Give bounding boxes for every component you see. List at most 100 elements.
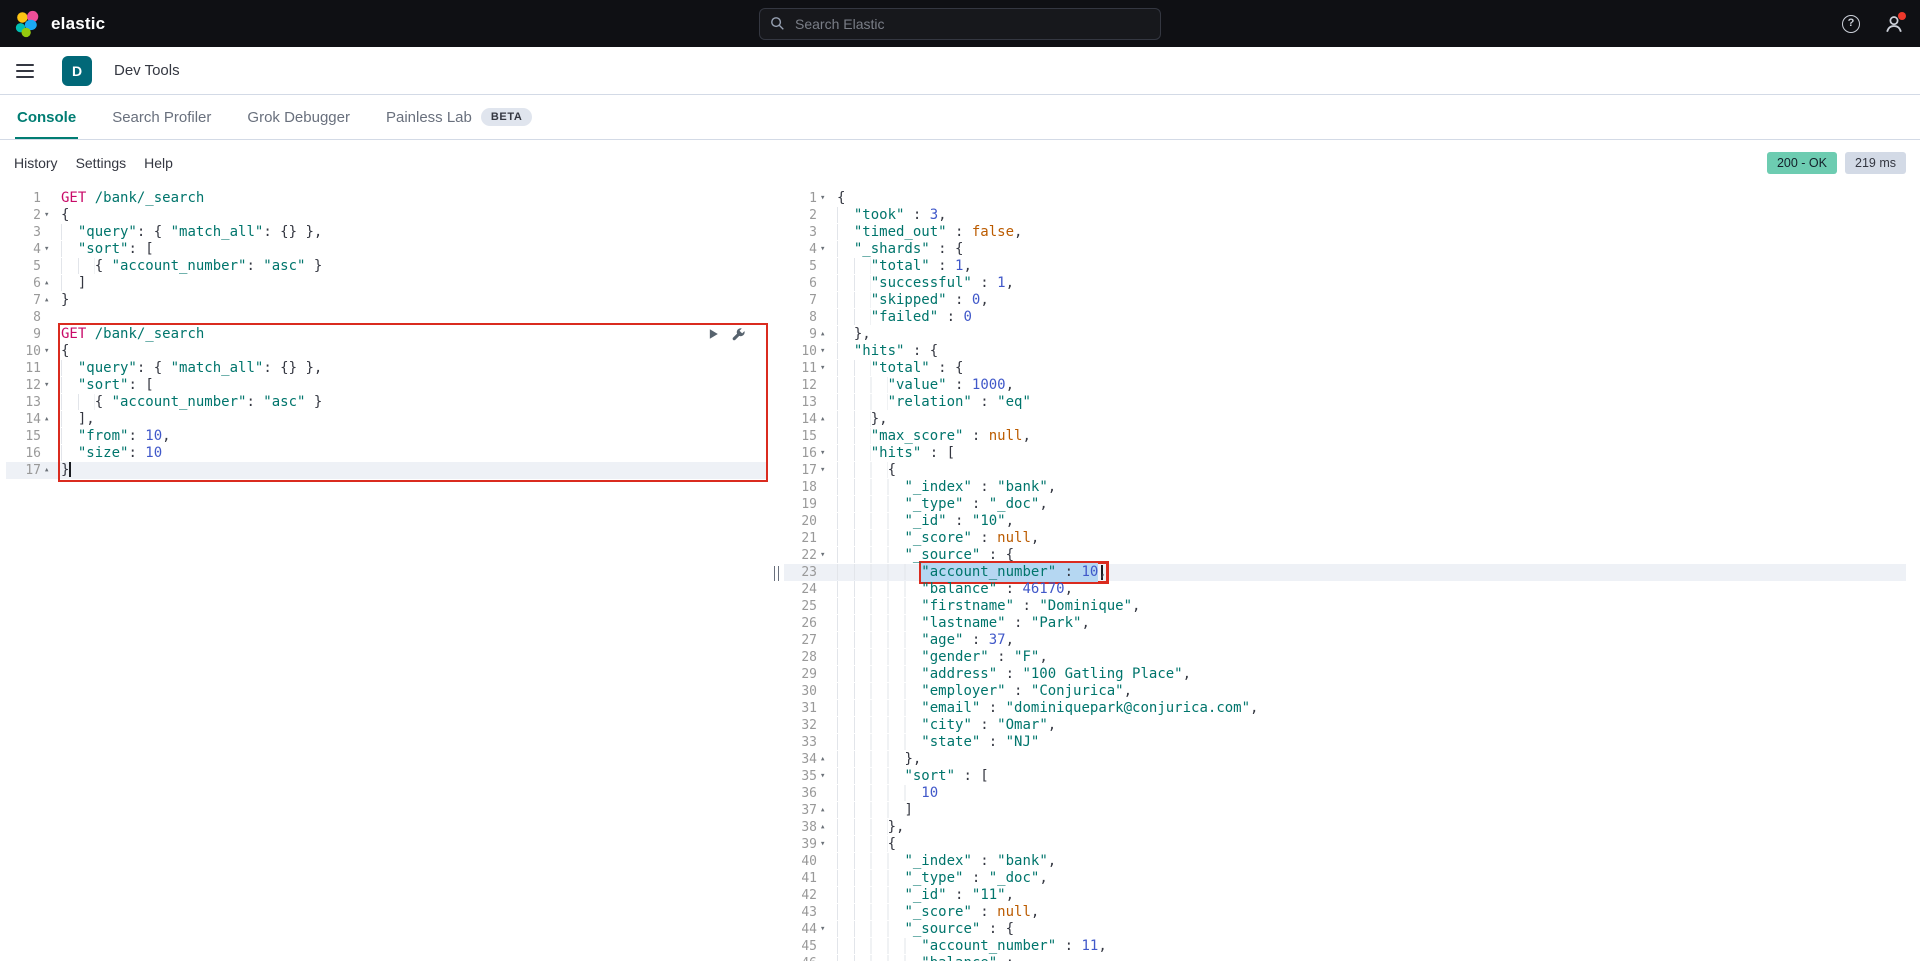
code-line[interactable]: 3 "query": { "match_all": {} },	[6, 224, 768, 241]
tab-painless-lab[interactable]: Painless Lab BETA	[384, 95, 534, 139]
code-line[interactable]: 12▾ "sort": [	[6, 377, 768, 394]
fold-toggle-icon[interactable]: ▾	[820, 360, 834, 377]
space-avatar[interactable]: D	[62, 56, 92, 86]
request-editor[interactable]: 1GET /bank/_search2▾{3 "query": { "match…	[6, 186, 768, 961]
fold-toggle-icon[interactable]: ▴	[820, 326, 834, 343]
code-line[interactable]: 6▴ ]	[6, 275, 768, 292]
fold-toggle-icon[interactable]: ▴	[44, 275, 58, 292]
code-line[interactable]: 24 "balance" : 46170,	[784, 581, 1906, 598]
code-line[interactable]: 28 "gender" : "F",	[784, 649, 1906, 666]
code-line[interactable]: 38▴ },	[784, 819, 1906, 836]
code-line[interactable]: 30 "employer" : "Conjurica",	[784, 683, 1906, 700]
code-line[interactable]: 16 "size": 10	[6, 445, 768, 462]
global-search-box[interactable]	[759, 8, 1161, 40]
code-line[interactable]: 10▾{	[6, 343, 768, 360]
fold-toggle-icon[interactable]: ▴	[820, 411, 834, 428]
code-line[interactable]: 14▴ ],	[6, 411, 768, 428]
elastic-logo-icon[interactable]	[14, 10, 42, 38]
settings-link[interactable]: Settings	[76, 155, 127, 171]
code-line[interactable]: 7▴}	[6, 292, 768, 309]
fold-toggle-icon[interactable]: ▾	[820, 343, 834, 360]
code-line[interactable]: 21 "_score" : null,	[784, 530, 1906, 547]
code-line[interactable]: 10▾ "hits" : {	[784, 343, 1906, 360]
code-line[interactable]: 8	[6, 309, 768, 326]
code-line[interactable]: 15 "from": 10,	[6, 428, 768, 445]
fold-toggle-icon[interactable]: ▾	[44, 207, 58, 224]
fold-toggle-icon[interactable]: ▾	[820, 836, 834, 853]
code-line[interactable]: 13 "relation" : "eq"	[784, 394, 1906, 411]
fold-toggle-icon[interactable]: ▾	[820, 241, 834, 258]
tab-console[interactable]: Console	[15, 95, 78, 139]
fold-toggle-icon[interactable]: ▾	[44, 377, 58, 394]
code-line[interactable]: 35▾ "sort" : [	[784, 768, 1906, 785]
code-line[interactable]: 27 "age" : 37,	[784, 632, 1906, 649]
code-line[interactable]: 2 "took" : 3,	[784, 207, 1906, 224]
code-line[interactable]: 19 "_type" : "_doc",	[784, 496, 1906, 513]
search-input[interactable]	[793, 15, 1150, 33]
code-line[interactable]: 36 10	[784, 785, 1906, 802]
fold-toggle-icon[interactable]: ▴	[44, 411, 58, 428]
code-line[interactable]: 14▴ },	[784, 411, 1906, 428]
code-line[interactable]: 9▴ },	[784, 326, 1906, 343]
code-line[interactable]: 5 { "account_number": "asc" }	[6, 258, 768, 275]
code-line[interactable]: 3 "timed_out" : false,	[784, 224, 1906, 241]
code-line[interactable]: 39▾ {	[784, 836, 1906, 853]
code-line[interactable]: 5 "total" : 1,	[784, 258, 1906, 275]
code-line[interactable]: 6 "successful" : 1,	[784, 275, 1906, 292]
code-line[interactable]: 45 "account_number" : 11,	[784, 938, 1906, 955]
fold-toggle-icon[interactable]: ▴	[820, 751, 834, 768]
fold-toggle-icon[interactable]: ▾	[44, 343, 58, 360]
code-line[interactable]: 1GET /bank/_search	[6, 190, 768, 207]
code-line[interactable]: 4▾ "sort": [	[6, 241, 768, 258]
code-line[interactable]: 2▾{	[6, 207, 768, 224]
code-line[interactable]: 25 "firstname" : "Dominique",	[784, 598, 1906, 615]
code-line[interactable]: 18 "_index" : "bank",	[784, 479, 1906, 496]
code-line[interactable]: 9GET /bank/_search	[6, 326, 768, 343]
help-link[interactable]: Help	[144, 155, 173, 171]
fold-toggle-icon[interactable]: ▾	[820, 462, 834, 479]
response-pane[interactable]: 1▾{2 "took" : 3,3 "timed_out" : false,4▾…	[784, 186, 1906, 961]
code-line[interactable]: 29 "address" : "100 Gatling Place",	[784, 666, 1906, 683]
code-line[interactable]: 15 "max_score" : null,	[784, 428, 1906, 445]
code-line[interactable]: 20 "_id" : "10",	[784, 513, 1906, 530]
code-line[interactable]: 44▾ "_source" : {	[784, 921, 1906, 938]
code-line[interactable]: 17▴}	[6, 462, 768, 479]
code-line[interactable]: 37▴ ]	[784, 802, 1906, 819]
code-line[interactable]: 40 "_index" : "bank",	[784, 853, 1906, 870]
code-line[interactable]: 4▾ "_shards" : {	[784, 241, 1906, 258]
tab-grok-debugger[interactable]: Grok Debugger	[245, 95, 352, 139]
code-line[interactable]: 11 "query": { "match_all": {} },	[6, 360, 768, 377]
fold-toggle-icon[interactable]: ▴	[44, 462, 58, 479]
code-line[interactable]: 34▴ },	[784, 751, 1906, 768]
code-line[interactable]: 43 "_score" : null,	[784, 904, 1906, 921]
code-line[interactable]: 42 "_id" : "11",	[784, 887, 1906, 904]
code-line[interactable]: 31 "email" : "dominiquepark@conjurica.co…	[784, 700, 1906, 717]
help-icon[interactable]: ?	[1842, 15, 1860, 33]
code-line[interactable]: 12 "value" : 1000,	[784, 377, 1906, 394]
fold-toggle-icon[interactable]: ▾	[44, 241, 58, 258]
tab-search-profiler[interactable]: Search Profiler	[110, 95, 213, 139]
code-line[interactable]: 22▾ "_source" : {	[784, 547, 1906, 564]
history-link[interactable]: History	[14, 155, 58, 171]
code-line[interactable]: 17▾ {	[784, 462, 1906, 479]
fold-toggle-icon[interactable]: ▴	[820, 802, 834, 819]
code-line[interactable]: 16▾ "hits" : [	[784, 445, 1906, 462]
code-line[interactable]: 33 "state" : "NJ"	[784, 734, 1906, 751]
code-line[interactable]: 32 "city" : "Omar",	[784, 717, 1906, 734]
fold-toggle-icon[interactable]: ▴	[44, 292, 58, 309]
code-line[interactable]: 26 "lastname" : "Park",	[784, 615, 1906, 632]
fold-toggle-icon[interactable]: ▾	[820, 445, 834, 462]
code-line[interactable]: 46 "balance" :	[784, 955, 1906, 961]
fold-toggle-icon[interactable]: ▴	[820, 819, 834, 836]
fold-toggle-icon[interactable]: ▾	[820, 768, 834, 785]
code-line[interactable]: 8 "failed" : 0	[784, 309, 1906, 326]
menu-button[interactable]	[0, 64, 44, 78]
code-line[interactable]: 11▾ "total" : {	[784, 360, 1906, 377]
code-line[interactable]: 23 "account_number" : 10,	[784, 564, 1906, 581]
fold-toggle-icon[interactable]: ▾	[820, 547, 834, 564]
code-line[interactable]: 7 "skipped" : 0,	[784, 292, 1906, 309]
fold-toggle-icon[interactable]: ▾	[820, 921, 834, 938]
user-menu-icon[interactable]	[1884, 14, 1904, 34]
code-line[interactable]: 41 "_type" : "_doc",	[784, 870, 1906, 887]
code-line[interactable]: 13 { "account_number": "asc" }	[6, 394, 768, 411]
